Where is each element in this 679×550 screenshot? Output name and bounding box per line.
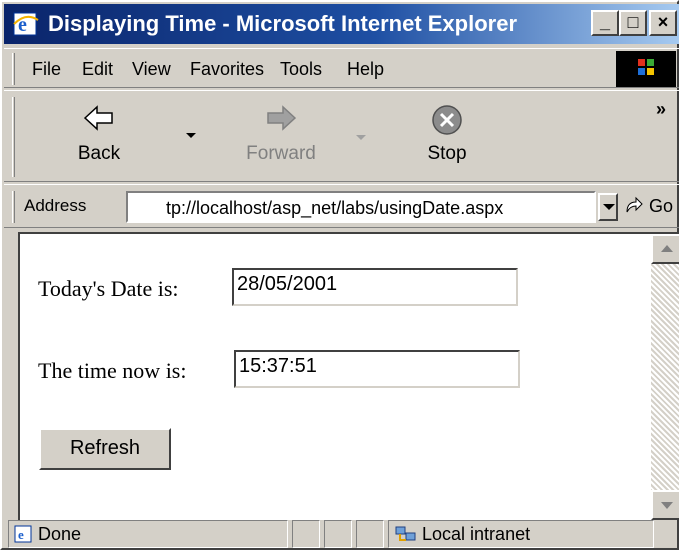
status-bar: e Done Local intranet xyxy=(4,518,679,550)
date-label: Today's Date is: xyxy=(38,276,179,301)
vertical-scrollbar[interactable] xyxy=(651,234,679,520)
stop-button[interactable]: Stop xyxy=(402,91,492,179)
status-pane-2 xyxy=(324,520,352,548)
forward-history-arrow[interactable] xyxy=(356,135,366,140)
window-title: Displaying Time - Microsoft Internet Exp… xyxy=(48,11,518,36)
address-grip[interactable] xyxy=(12,191,15,223)
scroll-down-button[interactable] xyxy=(651,490,679,520)
page-content: Today's Date is: 28/05/2001 The time now… xyxy=(20,234,652,520)
toolbar-grip[interactable] xyxy=(12,97,15,177)
refresh-button[interactable]: Refresh xyxy=(39,428,171,470)
svg-text:e: e xyxy=(18,527,24,542)
arrow-up-icon xyxy=(661,245,673,252)
status-zone: Local intranet xyxy=(388,520,654,548)
status-pane-1 xyxy=(292,520,320,548)
status-main: e Done xyxy=(8,520,288,548)
back-arrow-icon xyxy=(83,105,113,131)
go-arrow-icon xyxy=(626,196,643,213)
forward-button[interactable]: Forward xyxy=(226,91,336,179)
menu-edit[interactable]: Edit xyxy=(82,59,113,80)
menu-favorites[interactable]: Favorites xyxy=(190,59,264,80)
minimize-button[interactable]: _ xyxy=(591,10,619,36)
forward-arrow-icon xyxy=(267,105,297,131)
back-button[interactable]: Back xyxy=(56,91,142,179)
local-intranet-icon xyxy=(395,526,416,541)
date-textbox[interactable]: 28/05/2001 xyxy=(232,268,518,306)
forward-label: Forward xyxy=(246,143,316,164)
maximize-button[interactable]: □ xyxy=(619,10,647,36)
menu-view[interactable]: View xyxy=(132,59,171,80)
time-textbox[interactable]: 15:37:51 xyxy=(234,350,520,388)
toolbar-more-chevron[interactable]: » xyxy=(656,99,666,120)
page-viewport: Today's Date is: 28/05/2001 The time now… xyxy=(18,232,679,520)
back-label: Back xyxy=(77,143,121,164)
back-history-arrow[interactable] xyxy=(186,133,196,138)
menu-help[interactable]: Help xyxy=(347,59,384,80)
go-label: Go xyxy=(649,196,674,216)
browser-window: e Displaying Time - Microsoft Internet E… xyxy=(0,0,679,550)
address-bar: Address tp://localhost/asp_net/labs/usin… xyxy=(4,184,679,228)
address-label: Address xyxy=(24,196,87,215)
go-button[interactable]: Go xyxy=(624,196,673,217)
time-label: The time now is: xyxy=(38,358,187,383)
arrow-down-icon xyxy=(661,502,673,509)
stop-label: Stop xyxy=(427,143,467,164)
status-pane-3 xyxy=(356,520,384,548)
address-dropdown-button[interactable] xyxy=(598,193,618,221)
menu-grip[interactable] xyxy=(12,53,15,85)
title-bar: e Displaying Time - Microsoft Internet E… xyxy=(4,4,679,44)
address-input[interactable]: tp://localhost/asp_net/labs/usingDate.as… xyxy=(126,191,596,223)
scroll-up-button[interactable] xyxy=(651,234,679,264)
menu-tools[interactable]: Tools xyxy=(280,59,322,80)
close-button[interactable]: × xyxy=(649,10,677,36)
status-text: Done xyxy=(38,524,82,544)
stop-icon xyxy=(432,105,462,135)
standard-toolbar: Back Forward Stop » xyxy=(4,90,679,182)
windows-logo-icon xyxy=(616,51,676,87)
ie-logo-icon: e xyxy=(13,12,39,36)
menu-bar: File Edit View Favorites Tools Help xyxy=(4,48,679,88)
chevron-down-icon xyxy=(603,204,615,210)
menu-file[interactable]: File xyxy=(32,59,61,80)
zone-text: Local intranet xyxy=(422,524,531,544)
page-done-icon: e xyxy=(14,525,32,543)
